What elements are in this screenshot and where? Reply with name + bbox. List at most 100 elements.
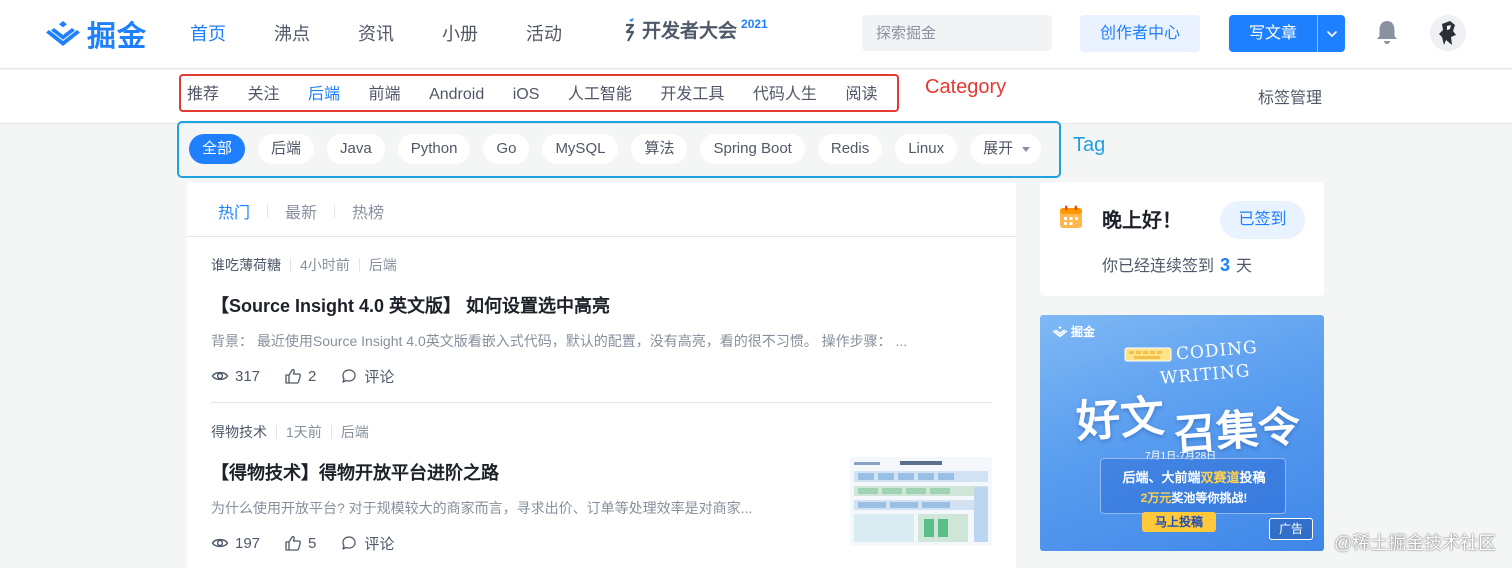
signed-in-button[interactable]: 已签到 [1220,201,1305,239]
juejin-logo[interactable]: 掘金 [45,17,147,53]
logo-text: 掘金 [87,21,148,53]
tag-algorithm[interactable]: 算法 [631,134,688,164]
tag-go[interactable]: Go [483,134,530,164]
comment-button[interactable]: 评论 [340,366,394,387]
like-button[interactable]: 5 [284,534,316,552]
greeting-text: 晚上好！ [1102,210,1182,232]
tag-bar: 全部 后端 Java Python Go MySQL 算法 Spring Boo… [177,121,1061,178]
tag-all[interactable]: 全部 [189,134,246,164]
ad-badge: 广告 [1269,518,1313,540]
watermark: @稀土掘金技术社区 [1334,533,1497,553]
streak-days: 3 [1220,255,1231,275]
article-time: 1天前 [286,424,322,440]
ad-line1-highlight: 双赛道 [1200,470,1240,485]
caret-down-icon [1022,147,1031,152]
eye-icon [211,371,229,381]
article-title[interactable]: 【得物技术】得物开放平台进阶之路 [211,460,811,486]
notification-bell-icon[interactable] [1372,17,1402,47]
article-time: 4小时前 [300,257,350,273]
meta-divider [276,425,277,439]
signin-streak: 你已经连续签到 3 天 [1102,252,1252,276]
tag-linux[interactable]: Linux [895,134,958,164]
article-tag[interactable]: 后端 [341,422,369,442]
ad-logo: 掘金 [1052,323,1095,340]
conference-text: 开发者大会 [642,21,738,42]
comment-button[interactable]: 评论 [340,533,394,554]
juejin-logo-icon [1052,325,1068,337]
juejin-logo-icon [46,21,80,46]
streak-prefix: 你已经连续签到 [1102,258,1215,275]
article-abstract: 背景： 最近使用Source Insight 4.0英文版看嵌入式代码，默认的配… [211,333,908,349]
streak-suffix: 天 [1236,258,1253,275]
tag-annotation: Tag [1073,134,1106,156]
conference-logo-icon [625,17,635,42]
article-title[interactable]: 【Source Insight 4.0 英文版】 如何设置选中高亮 [211,293,992,319]
article-author[interactable]: 谁吃薄荷糖 [211,255,281,275]
ad-line1-text: 后端、大前端 [1122,470,1201,485]
tag-python[interactable]: Python [397,134,471,164]
promo-banner[interactable]: 掘金 CODING WRITING 好文 召集令 7月1日-7月28日 后端、大… [1040,315,1324,551]
like-button[interactable]: 2 [284,367,316,385]
article-meta: 得物技术 1天前 后端 [211,422,811,442]
creator-center-button[interactable]: 创作者中心 [1080,15,1200,52]
ad-logo-text: 掘金 [1071,325,1096,339]
article-tag[interactable]: 后端 [369,255,397,275]
article-actions: 317 2 评论 [211,365,992,387]
tab-latest[interactable]: 最新 [285,199,317,223]
category-highlight-box [179,74,899,112]
category-bar: 推荐 关注 后端 前端 Android iOS 人工智能 开发工具 代码人生 阅… [0,70,1512,124]
user-avatar[interactable] [1430,15,1466,51]
nav-pins[interactable]: 沸点 [274,20,310,48]
search-input[interactable] [876,24,1075,42]
calendar-icon [1060,205,1082,228]
tag-manage-link[interactable]: 标签管理 [1258,84,1322,108]
tag-list: 全部 后端 Java Python Go MySQL 算法 Spring Boo… [189,134,1054,164]
article-divider [211,402,992,403]
views-count: 317 [211,367,260,385]
article-item[interactable]: 谁吃薄荷糖 4小时前 后端 【Source Insight 4.0 英文版】 如… [211,255,992,387]
nav-books[interactable]: 小册 [442,20,478,48]
meta-divider [358,258,360,272]
ad-line1-suffix: 投稿 [1239,470,1266,485]
nav-home[interactable]: 首页 [190,20,226,48]
write-options-dropdown[interactable] [1317,15,1345,52]
comment-icon [342,536,357,550]
tag-spring-boot[interactable]: Spring Boot [700,134,805,164]
write-article-label[interactable]: 写文章 [1229,15,1317,52]
eye-icon [211,538,229,548]
thumbnail-image [850,457,992,546]
thumbs-up-icon [285,368,301,384]
comment-label: 评论 [364,535,395,553]
meta-divider [330,425,332,439]
ad-line1: 后端、大前端双赛道投稿 [1101,467,1287,486]
tag-backend[interactable]: 后端 [258,134,315,164]
feed-header-divider [187,236,1016,237]
tag-redis[interactable]: Redis [817,134,883,164]
article-item[interactable]: 得物技术 1天前 后端 【得物技术】得物开放平台进阶之路 为什么使用开放平台? … [211,422,811,554]
tab-hot[interactable]: 热门 [218,199,250,223]
ad-line2: 2万元奖池等你挑战! [1101,489,1287,506]
comment-icon [342,369,357,383]
chevron-down-icon [1326,30,1337,37]
write-article-button[interactable]: 写文章 [1229,15,1345,52]
tag-java[interactable]: Java [327,134,385,164]
main-nav: 首页 沸点 资讯 小册 活动 [190,20,610,48]
top-header: 掘金 首页 沸点 资讯 小册 活动 开发者大会 2021 创作者中心 写文章 [0,0,1512,69]
comment-label: 评论 [364,368,395,386]
nav-events[interactable]: 活动 [526,20,562,48]
tag-expand-label: 展开 [983,140,1014,157]
keyboard-illustration [1124,347,1172,362]
nav-news[interactable]: 资讯 [358,20,394,48]
ad-submit-button[interactable]: 马上投稿 [1142,512,1216,532]
developer-conference-link[interactable]: 开发者大会 2021 [620,16,768,43]
tab-divider [334,204,336,218]
article-thumbnail[interactable] [850,457,992,546]
article-author[interactable]: 得物技术 [211,422,267,442]
likes-value: 5 [308,534,317,552]
conference-year: 2021 [741,16,768,31]
thumbs-up-icon [285,535,301,551]
tab-ranking[interactable]: 热榜 [352,199,384,223]
tag-mysql[interactable]: MySQL [542,134,619,164]
article-abstract: 为什么使用开放平台? 对于规模较大的商家而言，寻求出价、订单等处理效率是对商家.… [211,500,753,516]
tag-expand-button[interactable]: 展开 [970,134,1042,164]
